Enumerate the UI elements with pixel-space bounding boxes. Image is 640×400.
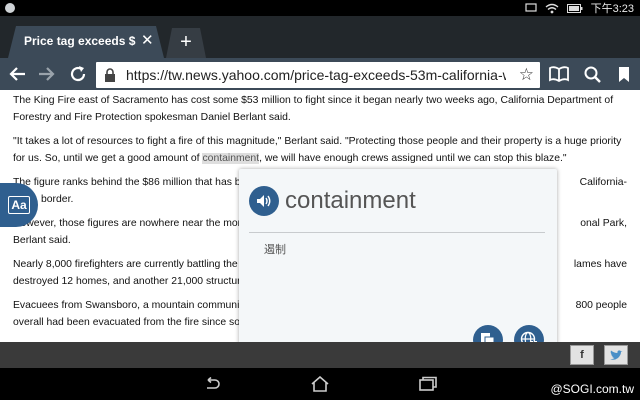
pronounce-button[interactable] xyxy=(249,186,279,216)
reload-icon xyxy=(70,66,86,82)
twitter-share-button[interactable] xyxy=(604,345,628,365)
back-icon xyxy=(207,377,220,389)
twitter-icon xyxy=(610,349,623,360)
dictionary-popup: containment 遏制 xyxy=(239,169,557,367)
status-time: 下午3:23 xyxy=(590,3,634,15)
tab-title: Price tag exceeds $53m california wildfi… xyxy=(24,34,136,48)
browser-tab[interactable]: Price tag exceeds $53m california wildfi… xyxy=(8,26,164,58)
nav-recents-button[interactable] xyxy=(414,374,442,394)
arrow-right-icon xyxy=(39,67,55,81)
cast-icon xyxy=(524,3,537,12)
new-tab-button[interactable]: + xyxy=(166,28,206,58)
plus-icon: + xyxy=(180,31,192,53)
url-text: https://tw.news.yahoo.com/price-tag-exce… xyxy=(126,67,506,83)
article-paragraph: "It takes a lot of resources to fight a … xyxy=(13,136,622,164)
reading-mode-button[interactable] xyxy=(544,58,574,90)
home-icon xyxy=(311,376,329,392)
dictionary-definition: 遏制 xyxy=(264,244,286,256)
speaker-icon xyxy=(257,195,271,207)
watermark: @SOGI.com.tw xyxy=(550,382,634,396)
status-icons: 下午3:23 xyxy=(524,1,634,15)
share-bar: f xyxy=(0,342,640,368)
facebook-icon: f xyxy=(580,349,584,361)
recents-icon xyxy=(419,376,437,391)
forward-button[interactable] xyxy=(32,58,62,90)
article-paragraph: The King Fire east of Sacramento has cos… xyxy=(13,95,614,123)
search-icon xyxy=(584,66,601,83)
bookmark-icon xyxy=(619,66,629,82)
navigation-bar: @SOGI.com.tw xyxy=(0,368,640,400)
browser-toolbar: https://tw.news.yahoo.com/price-tag-exce… xyxy=(0,58,640,90)
back-button[interactable] xyxy=(2,58,32,90)
close-tab-icon[interactable]: ✕ xyxy=(141,33,154,48)
notification-icon xyxy=(5,3,15,13)
arrow-left-icon xyxy=(9,67,25,81)
bookmark-button[interactable] xyxy=(609,58,639,90)
dictionary-icon: Aa xyxy=(8,196,30,214)
lock-icon xyxy=(105,68,115,82)
facebook-share-button[interactable]: f xyxy=(570,345,594,365)
book-icon xyxy=(549,66,569,82)
search-button[interactable] xyxy=(577,58,607,90)
selected-word[interactable]: containment xyxy=(202,153,260,164)
status-bar: 下午3:23 xyxy=(0,0,640,16)
tab-strip: Price tag exceeds $53m california wildfi… xyxy=(0,16,640,58)
popup-divider xyxy=(249,232,545,233)
reload-button[interactable] xyxy=(63,58,93,90)
address-bar[interactable]: https://tw.news.yahoo.com/price-tag-exce… xyxy=(96,62,540,88)
nav-home-button[interactable] xyxy=(306,374,334,394)
battery-icon xyxy=(566,3,583,13)
nav-back-button[interactable] xyxy=(198,374,226,394)
dictionary-word: containment xyxy=(285,187,416,214)
wifi-icon xyxy=(545,3,559,13)
bookmark-star-icon[interactable]: ☆ xyxy=(519,65,534,85)
